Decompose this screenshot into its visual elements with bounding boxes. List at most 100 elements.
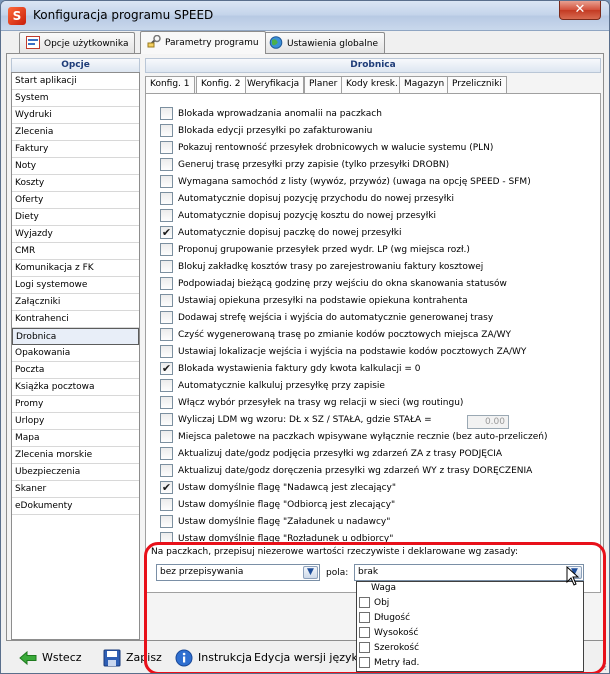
option-checkbox[interactable] [160, 260, 173, 273]
back-button[interactable]: Wstecz [19, 648, 82, 668]
option-item[interactable]: Poczta [12, 362, 139, 379]
option-checkbox[interactable]: ✔ [160, 226, 173, 239]
dropdown-item-checkbox[interactable] [359, 612, 370, 623]
ldm-constant-input[interactable]: 0.00 [467, 415, 509, 429]
option-item[interactable]: Diety [12, 209, 139, 226]
option-row[interactable]: Podpowiadaj bieżącą godzinę przy wejściu… [160, 277, 507, 292]
option-checkbox[interactable] [160, 379, 173, 392]
option-row[interactable]: Aktualizuj date/godz doręczenia przesyłk… [160, 464, 532, 479]
sub-tab-item[interactable]: Weryfikacja [242, 76, 305, 93]
option-checkbox[interactable] [160, 141, 173, 154]
option-row[interactable]: ✔ Automatycznie dopisuj paczkę do nowej p… [160, 226, 402, 241]
option-item[interactable]: Zlecenia morskie [12, 447, 139, 464]
option-item[interactable]: Komunikacja z FK [12, 260, 139, 277]
option-item[interactable]: Skaner [12, 481, 139, 498]
option-checkbox[interactable] [160, 311, 173, 324]
option-checkbox[interactable] [160, 430, 173, 443]
option-item[interactable]: Kontrahenci [12, 311, 139, 328]
option-row[interactable]: Miejsca paletowe na paczkach wpisywane w… [160, 430, 547, 445]
option-row[interactable]: Czyść wygenerowaną trasę po zmianie kodó… [160, 328, 511, 343]
option-checkbox[interactable] [160, 175, 173, 188]
option-item[interactable]: Logi systemowe [12, 277, 139, 294]
dropdown-item[interactable]: Metry ład. [357, 657, 583, 672]
copy-rule-select[interactable]: bez przepisywania ▼ [156, 564, 320, 581]
option-checkbox[interactable] [160, 192, 173, 205]
option-row[interactable]: ✔ Ustaw domyślnie flagę "Nadawcą jest zle… [160, 481, 396, 496]
option-item[interactable]: Urlopy [12, 413, 139, 430]
option-item[interactable]: Promy [12, 396, 139, 413]
option-item[interactable]: Wyjazdy [12, 226, 139, 243]
option-checkbox[interactable] [160, 345, 173, 358]
option-item[interactable]: Mapa [12, 430, 139, 447]
dropdown-item[interactable]: Szerokość [357, 642, 583, 657]
option-checkbox[interactable] [160, 107, 173, 120]
option-row[interactable]: ✔ Blokada wystawienia faktury gdy kwota k… [160, 362, 421, 377]
option-item[interactable]: Koszty [12, 175, 139, 192]
option-row[interactable]: Dodawaj strefę wejścia i wyjścia do auto… [160, 311, 493, 326]
dropdown-item-checkbox[interactable] [359, 597, 370, 608]
option-row[interactable]: Generuj trasę przesyłki przy zapisie (ty… [160, 158, 449, 173]
dropdown-item[interactable]: Długość [357, 612, 583, 627]
option-checkbox[interactable] [160, 243, 173, 256]
option-row[interactable]: Pokazuj rentowność przesyłek drobnicowyc… [160, 141, 493, 156]
dropdown-item-checkbox[interactable] [359, 642, 370, 653]
option-checkbox[interactable] [160, 396, 173, 409]
option-item[interactable]: Zlecenia [12, 124, 139, 141]
option-checkbox[interactable] [160, 124, 173, 137]
tab-user-options[interactable]: Opcje użytkownika [19, 32, 136, 53]
option-checkbox[interactable] [160, 277, 173, 290]
option-row[interactable]: Wymagana samochód z listy (wywóz, przywó… [160, 175, 531, 190]
sub-tab-item[interactable]: Kody kresk. [341, 76, 403, 93]
option-checkbox[interactable] [160, 498, 173, 511]
close-button[interactable]: ✕ [559, 1, 601, 20]
option-row[interactable]: Wyliczaj LDM wg wzoru: DŁ x SZ / STAŁA, … [160, 413, 509, 429]
option-checkbox[interactable] [160, 515, 173, 528]
option-item[interactable]: Załączniki [12, 294, 139, 311]
option-checkbox[interactable]: ✔ [160, 481, 173, 494]
option-checkbox[interactable] [160, 294, 173, 307]
option-item[interactable]: Faktury [12, 141, 139, 158]
option-item[interactable]: Start aplikacji [12, 73, 139, 90]
sub-tab-item[interactable]: Konfig. 1 [145, 76, 195, 93]
sub-tab-item[interactable]: Przeliczniki [447, 76, 507, 93]
option-checkbox[interactable] [160, 413, 173, 426]
option-item[interactable]: Wydruki [12, 107, 139, 124]
option-row[interactable]: Ustawiaj opiekuna przesyłki na podstawie… [160, 294, 468, 309]
option-row[interactable]: Ustaw domyślnie flagę "Rozładunek u odbi… [160, 532, 393, 547]
sub-tab-item[interactable]: Konfig. 2 [196, 76, 246, 93]
sub-tab-item[interactable]: Magazyn [399, 76, 450, 93]
option-item[interactable]: Książka pocztowa [12, 379, 139, 396]
option-row[interactable]: Blokuj zakładkę kosztów trasy po zarejes… [160, 260, 483, 275]
option-row[interactable]: Blokada edycji przesyłki po zafakturowan… [160, 124, 372, 139]
tab-global-settings[interactable]: Ustawienia globalne [262, 32, 385, 53]
option-checkbox[interactable]: ✔ [160, 362, 173, 375]
option-row[interactable]: Automatycznie kalkuluj przesyłkę przy za… [160, 379, 385, 394]
dropdown-item-checkbox[interactable] [359, 627, 370, 638]
chevron-down-icon[interactable]: ▼ [303, 566, 318, 579]
option-row[interactable]: Ustaw domyślnie flagę "Załadunek u nadaw… [160, 515, 390, 530]
dropdown-item[interactable]: Wysokość [357, 627, 583, 642]
option-checkbox[interactable] [160, 328, 173, 341]
option-checkbox[interactable] [160, 158, 173, 171]
option-checkbox[interactable] [160, 447, 173, 460]
resize-grip-icon[interactable] [597, 661, 607, 671]
option-row[interactable]: Automatycznie dopisuj pozycję kosztu do … [160, 209, 436, 224]
option-item[interactable]: Ubezpieczenia [12, 464, 139, 481]
dropdown-item[interactable]: Obj [357, 597, 583, 612]
title-bar[interactable]: S Konfiguracja programu SPEED ✕ [1, 1, 609, 31]
fields-select[interactable]: brak ▼ [354, 564, 584, 581]
option-item[interactable]: Noty [12, 158, 139, 175]
save-button[interactable]: Zapisz [103, 648, 162, 668]
sub-tab-item[interactable]: Planer [304, 76, 343, 93]
option-row[interactable]: Aktualizuj date/godz podjęcia przesyłki … [160, 447, 502, 462]
option-row[interactable]: Ustaw domyślnie flagę "Odbiorcą jest zle… [160, 498, 395, 513]
option-row[interactable]: Automatycznie dopisuj pozycję przychodu … [160, 192, 454, 207]
option-item[interactable]: Opakowania [12, 345, 139, 362]
option-item[interactable]: Oferty [12, 192, 139, 209]
option-row[interactable]: Proponuj grupowanie przesyłek przed wydr… [160, 243, 470, 258]
option-row[interactable]: Ustawiaj lokalizacje wejścia i wyjścia n… [160, 345, 526, 360]
tab-program-parameters[interactable]: Parametry programu [140, 31, 266, 54]
dropdown-item-checkbox[interactable] [359, 657, 370, 668]
option-item[interactable]: Drobnica [12, 328, 139, 345]
dropdown-item[interactable]: Waga [357, 582, 583, 597]
